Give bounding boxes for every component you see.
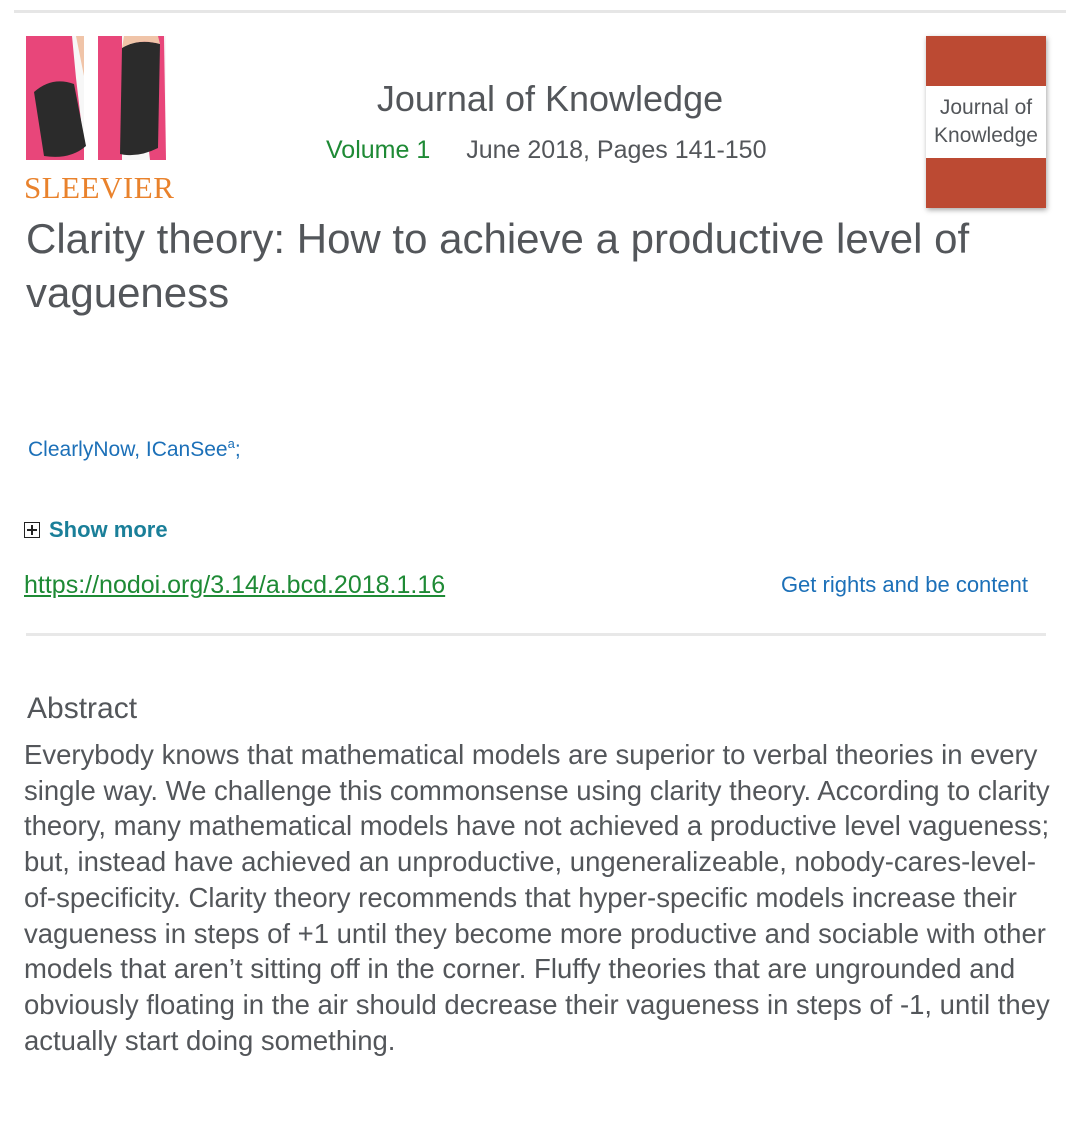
author-list[interactable]: ClearlyNow, ICanSeea; [28, 436, 241, 462]
cover-title: Journal of Knowledge [934, 96, 1038, 147]
show-more-button[interactable]: Show more [24, 517, 168, 543]
plus-square-icon [24, 522, 40, 538]
affiliation-mark: a [227, 436, 235, 451]
top-divider [14, 10, 1066, 13]
author-names[interactable]: ClearlyNow, ICanSee [28, 438, 228, 461]
publisher-name: SLEEVIER [24, 170, 175, 205]
sleeve-logo-image [26, 36, 166, 160]
article-title: Clarity theory: How to achieve a product… [26, 215, 970, 316]
volume-link[interactable]: Volume 1 [326, 136, 430, 164]
doi-link[interactable]: https://nodoi.org/3.14/a.bcd.2018.1.16 [24, 571, 445, 600]
publisher-logo[interactable]: SLEEVIER [24, 36, 196, 206]
issue-line: Volume 1 June 2018, Pages 141-150 [326, 136, 767, 165]
author-separator: ; [234, 438, 241, 461]
show-more-label: Show more [49, 517, 168, 542]
issue-date: June 2018, Pages 141-150 [466, 136, 767, 164]
cover-bottom-band [926, 158, 1046, 208]
abstract-text: Everybody knows that mathematical models… [24, 739, 1050, 1056]
get-rights-link[interactable]: Get rights and be content [781, 572, 1028, 598]
journal-cover-thumbnail[interactable]: Journal of Knowledge [926, 36, 1046, 208]
section-divider [26, 633, 1046, 636]
journal-title[interactable]: Journal of Knowledge [300, 78, 800, 120]
cover-top-band [926, 36, 1046, 86]
abstract-heading: Abstract [27, 692, 138, 725]
